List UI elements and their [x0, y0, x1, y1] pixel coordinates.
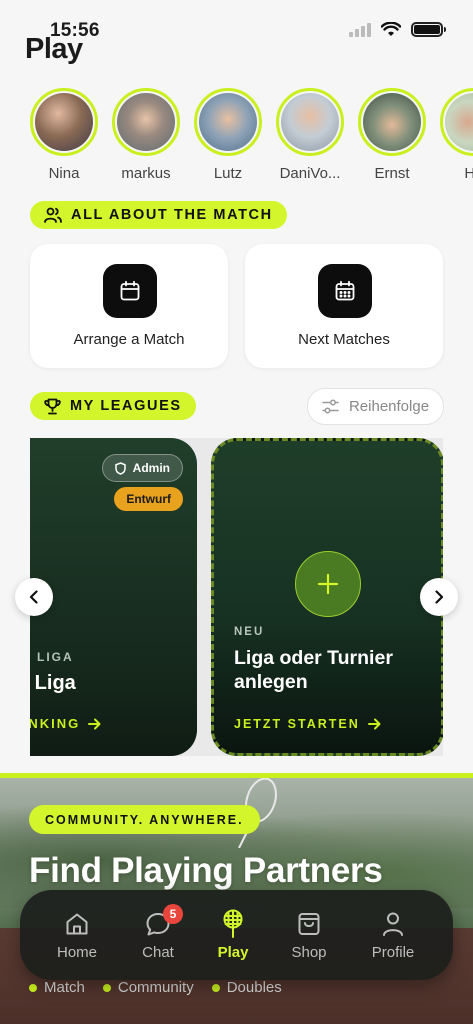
hero-tag: Community: [102, 979, 194, 996]
avatar[interactable]: [30, 88, 98, 156]
sliders-icon: [322, 399, 339, 414]
story-item[interactable]: Nina: [28, 88, 100, 182]
create-kicker: NEU: [234, 626, 265, 638]
tab-profile[interactable]: Profile: [355, 908, 431, 961]
tile-label: Arrange a Match: [73, 331, 185, 348]
avatar[interactable]: [440, 88, 473, 156]
shield-icon: [114, 461, 126, 475]
tab-shop[interactable]: Shop: [271, 908, 347, 961]
hero-title: Find Playing Partners: [29, 851, 383, 890]
next-matches-tile[interactable]: Next Matches: [245, 244, 443, 368]
home-icon: [39, 908, 115, 940]
page-title: Play: [25, 33, 83, 65]
trophy-icon: [44, 398, 61, 414]
avatar[interactable]: [276, 88, 344, 156]
carousel-next-button[interactable]: [420, 578, 458, 616]
story-item[interactable]: DaniVo...: [274, 88, 346, 182]
tab-label: Play: [217, 944, 249, 961]
section-title: ALL ABOUT THE MATCH: [71, 207, 273, 223]
calendar-grid-icon: [318, 264, 372, 318]
story-name: markus: [121, 165, 171, 182]
chevron-right-icon: [435, 590, 444, 604]
create-title: Liga oder Turnier anlegen: [234, 647, 393, 693]
story-item[interactable]: Lutz: [192, 88, 264, 182]
avatar[interactable]: [112, 88, 180, 156]
story-name: Lutz: [213, 165, 243, 182]
status-icons: [349, 22, 446, 37]
league-cta-label: ANKING: [30, 716, 81, 731]
tab-label: Shop: [291, 944, 327, 961]
league-card[interactable]: Admin Entwurf LIGA e Liga ANKING: [30, 438, 197, 756]
users-icon: [44, 207, 62, 223]
avatar[interactable]: [194, 88, 262, 156]
arrange-match-tile[interactable]: Arrange a Match: [30, 244, 228, 368]
hero-tags: Match Community Doubles: [29, 979, 282, 996]
tab-play[interactable]: Play: [195, 908, 271, 961]
story-name: DaniVo...: [279, 165, 341, 182]
story-name: He: [464, 165, 473, 182]
section-header-leagues: MY LEAGUES: [30, 392, 196, 420]
start-now-link[interactable]: JETZT STARTEN: [234, 717, 381, 731]
admin-badge-label: Admin: [132, 461, 170, 475]
calendar-icon: [103, 264, 157, 318]
league-kicker: LIGA: [37, 650, 74, 664]
avatar[interactable]: [358, 88, 426, 156]
admin-badge: Admin: [101, 454, 183, 482]
signal-icon: [349, 22, 371, 37]
tennis-racket-icon: [195, 908, 271, 940]
chevron-left-icon: [29, 590, 38, 604]
shopping-bag-icon: [271, 908, 347, 940]
sort-order-label: Reihenfolge: [348, 398, 430, 415]
user-icon: [355, 908, 431, 940]
section-title: MY LEAGUES: [70, 398, 182, 414]
arrow-right-icon: [88, 718, 101, 729]
bottom-tab-bar: Home 5 Chat Play Shop Profile: [20, 890, 453, 980]
battery-icon: [411, 22, 446, 37]
wifi-icon: [381, 22, 401, 36]
tab-label: Profile: [371, 944, 415, 961]
tab-label: Home: [56, 944, 97, 961]
story-name: Nina: [48, 165, 80, 182]
story-item[interactable]: He: [438, 88, 473, 182]
hero-badge: COMMUNITY. ANYWHERE.: [29, 805, 260, 834]
chat-icon: 5: [120, 904, 196, 940]
section-header-match: ALL ABOUT THE MATCH: [30, 201, 287, 229]
sort-order-button[interactable]: Reihenfolge: [307, 388, 444, 425]
hero-tag: Doubles: [211, 979, 282, 996]
story-item[interactable]: Ernst: [356, 88, 428, 182]
league-cta[interactable]: ANKING: [30, 716, 101, 731]
story-item[interactable]: markus: [110, 88, 182, 182]
carousel-prev-button[interactable]: [15, 578, 53, 616]
league-name: e Liga: [30, 672, 76, 694]
tab-home[interactable]: Home: [39, 908, 115, 961]
leagues-carousel[interactable]: Admin Entwurf LIGA e Liga ANKING NEU Lig…: [30, 438, 443, 756]
tab-chat[interactable]: 5 Chat: [120, 904, 196, 961]
hero-tag: Match: [29, 979, 85, 996]
start-now-label: JETZT STARTEN: [234, 717, 360, 731]
chat-unread-badge: 5: [163, 904, 183, 924]
story-name: Ernst: [374, 165, 410, 182]
plus-icon[interactable]: [295, 551, 361, 617]
tab-label: Chat: [142, 944, 174, 961]
draft-badge: Entwurf: [114, 487, 183, 511]
create-league-card[interactable]: NEU Liga oder Turnier anlegen JETZT STAR…: [211, 438, 443, 756]
tile-label: Next Matches: [298, 331, 390, 348]
stories-row[interactable]: Nina markus Lutz DaniVo... Ernst He: [0, 88, 473, 188]
arrow-right-icon: [367, 718, 381, 730]
